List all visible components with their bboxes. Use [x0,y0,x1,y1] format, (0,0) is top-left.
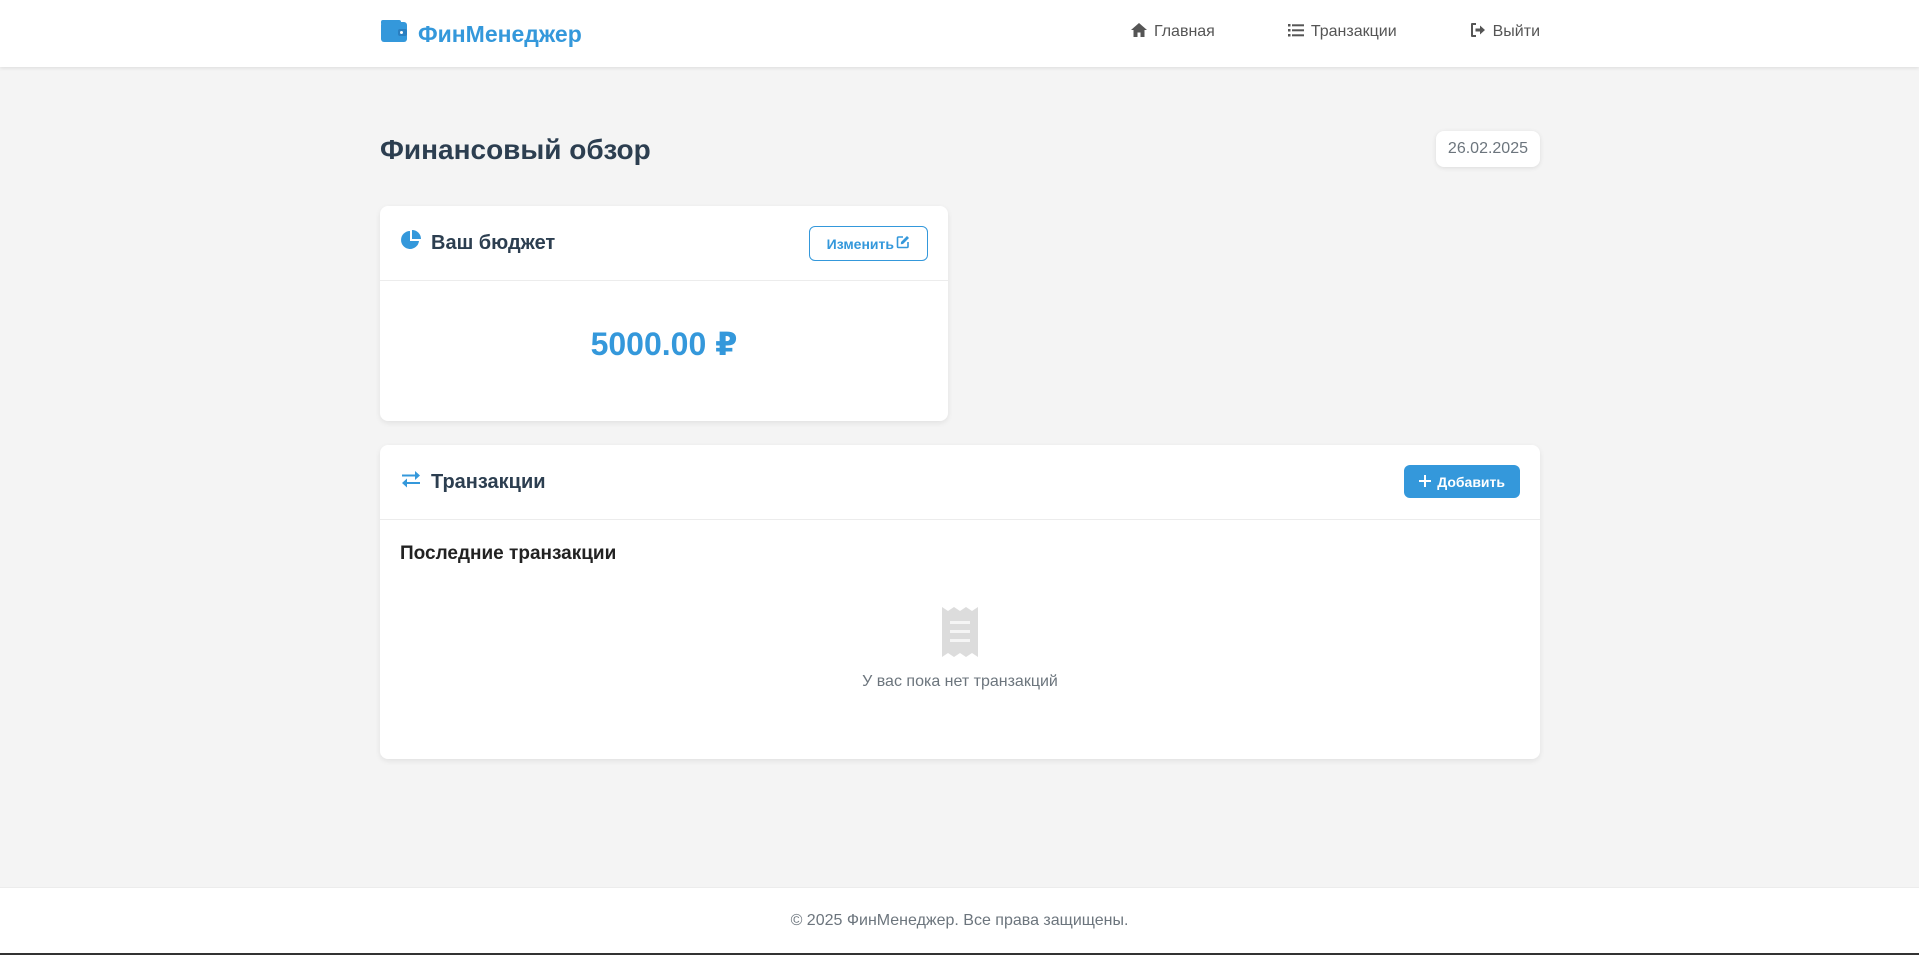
budget-card: Ваш бюджет Изменить 5000.00 ₽ [380,206,948,421]
transactions-card-title: Транзакции [400,468,546,496]
edit-budget-button[interactable]: Изменить [808,226,928,261]
transactions-title-text: Транзакции [431,470,546,493]
date-badge: 26.02.2025 [1435,131,1540,167]
add-transaction-label: Добавить [1437,473,1505,490]
edit-budget-label: Изменить [826,235,894,252]
plus-icon [1419,474,1432,490]
empty-state-text: У вас пока нет транзакций [862,673,1058,690]
budget-title-text: Ваш бюджет [431,231,556,254]
transactions-card: Транзакции Добавить Последние транзакции… [380,445,1540,759]
pie-chart-icon [400,229,422,257]
empty-state: У вас пока нет транзакций [380,607,1540,691]
wallet-icon [380,17,408,51]
budget-amount: 5000.00 ₽ [590,326,738,362]
budget-card-header: Ваш бюджет Изменить [380,206,948,281]
nav-link-home-label: Главная [1153,23,1215,40]
receipt-icon [380,607,1540,657]
nav-link-transactions-label: Транзакции [1310,23,1397,40]
footer: © 2025 ФинМенеджер. Все права защищены. [0,887,1919,953]
footer-text: © 2025 ФинМенеджер. Все права защищены. [790,912,1129,929]
page-title: Финансовый обзор [380,134,651,165]
sign-out-icon [1469,21,1487,44]
nav-link-logout[interactable]: Выйти [1469,21,1540,43]
list-icon [1287,21,1305,44]
overview-header: Финансовый обзор 26.02.2025 [380,130,1540,168]
nav-link-transactions[interactable]: Транзакции [1287,21,1397,43]
exchange-icon [400,468,422,496]
edit-icon [896,235,910,252]
brand-name: ФинМенеджер [418,20,582,47]
navbar: ФинМенеджер Главная Транзакции Выйти [0,0,1919,67]
nav-links: Главная Транзакции Выйти [1130,21,1540,43]
transactions-card-header: Транзакции Добавить [380,445,1540,520]
recent-transactions-title: Последние транзакции [400,543,617,564]
brand-link[interactable]: ФинМенеджер [380,17,582,51]
add-transaction-button[interactable]: Добавить [1404,465,1520,498]
nav-link-logout-label: Выйти [1492,23,1540,40]
budget-card-title: Ваш бюджет [400,229,555,257]
nav-link-home[interactable]: Главная [1130,21,1215,43]
home-icon [1130,21,1148,44]
